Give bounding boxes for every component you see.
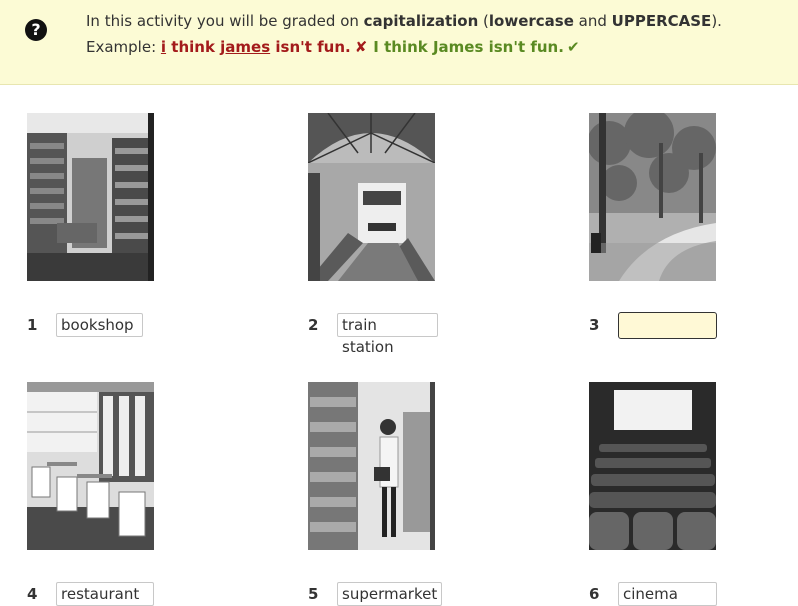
answer-input-5[interactable]: supermarket [337, 582, 442, 606]
supermarket-photo [308, 382, 435, 550]
answer-input-4[interactable]: restaurant [56, 582, 154, 606]
uppercase-term: UPPERCASE [611, 12, 712, 30]
item-number: 5 [308, 585, 319, 603]
wrong-james: james [220, 38, 271, 56]
wrong-rest: isn't fun. [270, 38, 351, 56]
check-icon: ✔ [566, 38, 580, 56]
and-text: and [573, 12, 612, 30]
restaurant-photo [27, 382, 154, 550]
train-station-photo [308, 113, 435, 281]
correct-example: I think James isn't fun. [373, 38, 564, 56]
item-number: 4 [27, 585, 38, 603]
bookshop-photo [27, 113, 154, 281]
item-number: 6 [589, 585, 600, 603]
lowercase-term: lowercase [488, 12, 574, 30]
item-number: 2 [308, 316, 319, 334]
instruction-prefix: In this activity you will be graded on [86, 12, 364, 30]
cross-icon: ✘ [354, 38, 368, 56]
example-label: Example: [86, 38, 161, 56]
paren-open: ( [478, 12, 489, 30]
answer-input-1[interactable]: bookshop [56, 313, 143, 337]
item-number: 1 [27, 316, 38, 334]
capitalization-term: capitalization [363, 12, 479, 30]
item-number: 3 [589, 316, 600, 334]
example-text: Example: i think james isn't fun. ✘ I thin… [86, 38, 580, 56]
cinema-photo [589, 382, 716, 550]
wrong-think: think [166, 38, 221, 56]
question-icon[interactable]: ? [25, 19, 47, 41]
instruction-text: In this activity you will be graded on c… [86, 12, 722, 30]
instructions-banner: ? In this activity you will be graded on… [0, 0, 798, 85]
answer-input-2[interactable]: train station [337, 313, 438, 356]
answer-input-3[interactable] [618, 312, 717, 339]
paren-close: ). [711, 12, 722, 30]
answer-input-6[interactable]: cinema [618, 582, 717, 606]
park-photo [589, 113, 716, 281]
wrong-example: i think james isn't fun. [161, 38, 351, 56]
